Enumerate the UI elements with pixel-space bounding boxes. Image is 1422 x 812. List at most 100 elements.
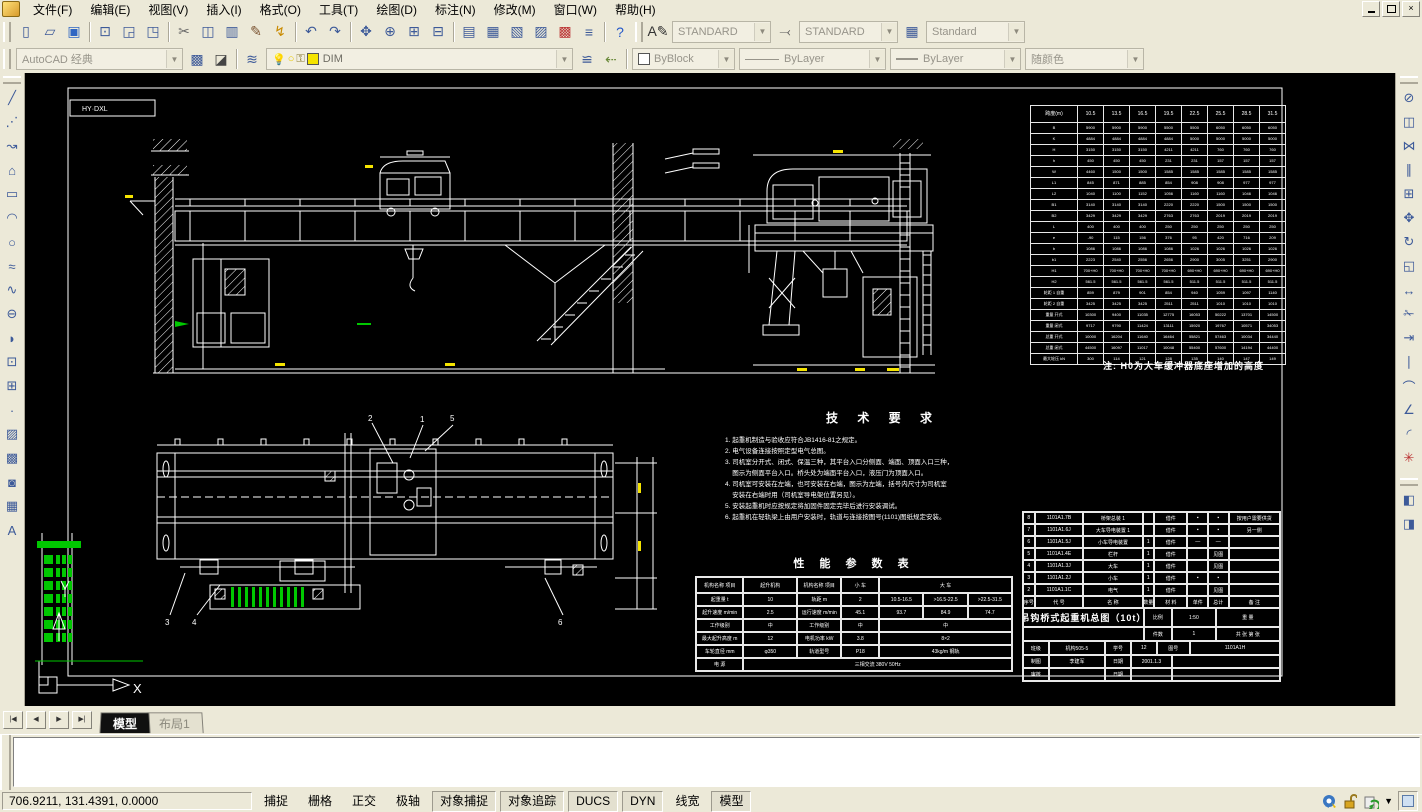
chevron-down-icon[interactable]: ▼ — [556, 50, 572, 68]
menu-标注(N)[interactable]: 标注(N) — [426, 2, 485, 18]
lineweight-combo[interactable]: ByLayer ▼ — [890, 48, 1021, 70]
layer-combo[interactable]: 💡 ○ ⚿ DIM ▼ — [266, 48, 573, 70]
status-toggle-对象捕捉[interactable]: 对象捕捉 — [432, 791, 496, 812]
fillet-icon[interactable]: ◜ — [1397, 422, 1421, 446]
status-toggle-对象追踪[interactable]: 对象追踪 — [500, 791, 564, 812]
toolbar-grip[interactable] — [3, 49, 11, 69]
clean-screen-button[interactable] — [1398, 791, 1418, 811]
tray-menu-arrow-icon[interactable]: ▼ — [1384, 796, 1393, 806]
toolbar-grip[interactable] — [1400, 76, 1418, 84]
draworder-front-icon[interactable]: ◧ — [1397, 488, 1421, 512]
layer-freeze-icon[interactable]: ○ — [288, 53, 295, 65]
arc-icon[interactable]: ◠ — [0, 206, 24, 230]
linetype-combo[interactable]: ByLayer ▼ — [739, 48, 886, 70]
save-icon[interactable]: ▣ — [62, 20, 86, 44]
ellipse-icon[interactable]: ⊖ — [0, 302, 24, 326]
point-icon[interactable]: · — [0, 398, 24, 422]
chevron-down-icon[interactable]: ▼ — [881, 23, 897, 41]
rectangle-icon[interactable]: ▭ — [0, 182, 24, 206]
circle-icon[interactable]: ○ — [0, 230, 24, 254]
close-button[interactable]: × — [1402, 1, 1420, 17]
ellipse-arc-icon[interactable]: ◗ — [0, 326, 24, 350]
block-editor-icon[interactable]: ↯ — [268, 20, 292, 44]
menu-视图(V)[interactable]: 视图(V) — [139, 2, 197, 18]
new-icon[interactable]: ▯ — [14, 20, 38, 44]
command-window-grip[interactable] — [0, 735, 11, 791]
copy-icon[interactable]: ◫ — [1397, 110, 1421, 134]
tab-nav-button[interactable]: ▶ — [49, 711, 69, 729]
status-toggle-极轴[interactable]: 极轴 — [388, 791, 428, 812]
mirror-icon[interactable]: ⋈ — [1397, 134, 1421, 158]
break-at-point-icon[interactable]: ∣ — [1397, 350, 1421, 374]
chamfer-icon[interactable]: ∠ — [1397, 398, 1421, 422]
make-block-icon[interactable]: ⊞ — [0, 374, 24, 398]
construction-line-icon[interactable]: ⋰ — [0, 110, 24, 134]
associated-standards-icon[interactable] — [1363, 793, 1379, 809]
polygon-icon[interactable]: ⌂ — [0, 158, 24, 182]
unlock-icon[interactable] — [1342, 793, 1358, 809]
tab-nav-button[interactable]: ▶| — [72, 711, 92, 729]
status-toggle-线宽[interactable]: 线宽 — [667, 791, 707, 812]
make-object-layer-current-icon[interactable]: ≌ — [575, 47, 599, 71]
status-toggle-正交[interactable]: 正交 — [344, 791, 384, 812]
pan-icon[interactable]: ✥ — [354, 20, 378, 44]
workspace-combo[interactable]: AutoCAD 经典 ▼ — [16, 48, 183, 70]
tab-nav-button[interactable]: |◀ — [3, 711, 23, 729]
status-toggle-DUCS[interactable]: DUCS — [568, 791, 618, 812]
table-icon[interactable]: ▦ — [0, 494, 24, 518]
status-toggle-DYN[interactable]: DYN — [622, 791, 663, 812]
toolbar-grip[interactable] — [3, 22, 11, 42]
layer-previous-icon[interactable]: ⇠ — [599, 47, 623, 71]
status-toggle-模型[interactable]: 模型 — [711, 791, 751, 812]
tool-palettes-icon[interactable]: ▧ — [505, 20, 529, 44]
toolbar-grip[interactable] — [3, 76, 21, 84]
array-icon[interactable]: ⊞ — [1397, 182, 1421, 206]
scale-icon[interactable]: ◱ — [1397, 254, 1421, 278]
zoom-window-icon[interactable]: ⊞ — [402, 20, 426, 44]
restore-button[interactable] — [1382, 1, 1400, 17]
undo-icon[interactable]: ↶ — [299, 20, 323, 44]
menu-插入(I)[interactable]: 插入(I) — [197, 2, 250, 18]
layer-lock-icon[interactable]: ⚿ — [296, 53, 304, 66]
move-icon[interactable]: ✥ — [1397, 206, 1421, 230]
trim-icon[interactable]: ✁ — [1397, 302, 1421, 326]
polyline-icon[interactable]: ↝ — [0, 134, 24, 158]
tab-model[interactable]: 模型 — [99, 712, 150, 733]
menu-格式(O)[interactable]: 格式(O) — [251, 2, 310, 18]
help-icon[interactable]: ? — [608, 20, 632, 44]
tab-layout1[interactable]: 布局1 — [145, 712, 203, 733]
text-style-combo[interactable]: STANDARD ▼ — [672, 21, 771, 43]
layer-properties-manager-icon[interactable]: ≋ — [240, 47, 264, 71]
toolbar-grip[interactable] — [635, 22, 643, 42]
publish-icon[interactable]: ◳ — [141, 20, 165, 44]
text-style-icon[interactable]: A✎ — [646, 20, 670, 44]
menu-帮助(H)[interactable]: 帮助(H) — [606, 2, 665, 18]
table-style-icon[interactable]: ▦ — [900, 20, 924, 44]
communication-center-icon[interactable] — [1321, 793, 1337, 809]
redo-icon[interactable]: ↷ — [323, 20, 347, 44]
insert-block-icon[interactable]: ⊡ — [0, 350, 24, 374]
status-toggle-捕捉[interactable]: 捕捉 — [256, 791, 296, 812]
workspace-settings-icon[interactable]: ▩ — [185, 47, 209, 71]
layer-on-icon[interactable]: 💡 — [272, 53, 286, 66]
hatch-icon[interactable]: ▨ — [0, 422, 24, 446]
zoom-previous-icon[interactable]: ⊟ — [426, 20, 450, 44]
menu-修改(M)[interactable]: 修改(M) — [485, 2, 545, 18]
plot-style-combo[interactable]: 随颜色 ▼ — [1025, 48, 1144, 70]
paste-icon[interactable]: ▥ — [220, 20, 244, 44]
color-combo[interactable]: ByBlock ▼ — [632, 48, 735, 70]
mtext-icon[interactable]: A — [0, 518, 24, 542]
revcloud-icon[interactable]: ≈ — [0, 254, 24, 278]
minimize-button[interactable] — [1362, 1, 1380, 17]
stretch-icon[interactable]: ↔ — [1397, 278, 1421, 302]
my-workspace-icon[interactable]: ◪ — [209, 47, 233, 71]
quickcalc-icon[interactable]: ≡ — [577, 20, 601, 44]
menu-窗口(W)[interactable]: 窗口(W) — [545, 2, 606, 18]
open-icon[interactable]: ▱ — [38, 20, 62, 44]
spline-icon[interactable]: ∿ — [0, 278, 24, 302]
menu-文件(F)[interactable]: 文件(F) — [24, 2, 81, 18]
chevron-down-icon[interactable]: ▼ — [1127, 50, 1143, 68]
menu-编辑(E)[interactable]: 编辑(E) — [81, 2, 139, 18]
plot-preview-icon[interactable]: ◲ — [117, 20, 141, 44]
command-input[interactable] — [13, 737, 1420, 787]
